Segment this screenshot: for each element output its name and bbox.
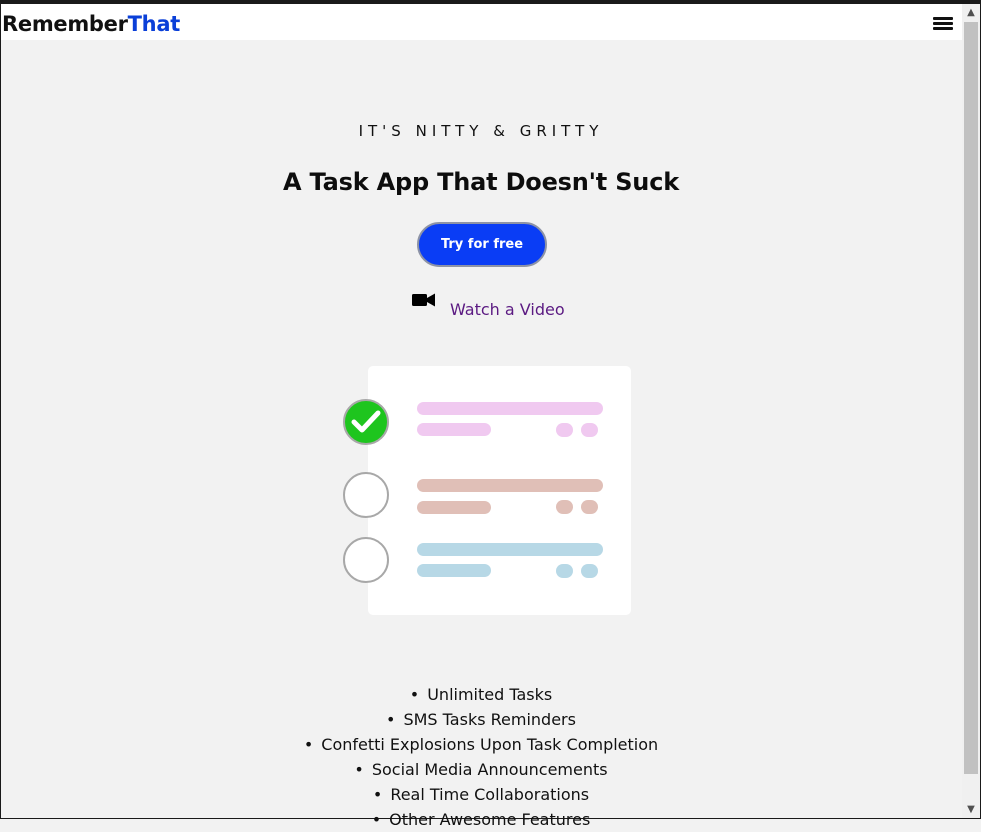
page-title: A Task App That Doesn't Suck: [283, 168, 679, 196]
try-for-free-button[interactable]: Try for free: [417, 222, 547, 267]
hamburger-icon[interactable]: [933, 17, 953, 31]
task-line-short: [417, 423, 491, 436]
list-item: SMS Tasks Reminders: [0, 707, 962, 732]
task-dot: [581, 423, 598, 437]
task-line-long: [417, 479, 603, 492]
scroll-down-arrow-icon[interactable]: ▼: [962, 801, 980, 818]
logo-accent: That: [127, 12, 181, 36]
task-dot: [581, 500, 598, 514]
logo-primary: Remember: [2, 12, 128, 36]
list-item: Other Awesome Features: [0, 807, 962, 832]
list-item: Confetti Explosions Upon Task Completion: [0, 732, 962, 757]
logo[interactable]: RememberThat: [2, 12, 180, 36]
hero-eyebrow: IT'S NITTY & GRITTY: [358, 122, 604, 140]
task-dot: [556, 564, 573, 578]
completed-check-icon: [343, 399, 389, 445]
site-header: RememberThat: [1, 4, 962, 40]
scrollbar[interactable]: ▲ ▼: [962, 4, 980, 818]
task-line-long: [417, 543, 603, 556]
task-line-long: [417, 402, 603, 415]
features-list: Unlimited Tasks SMS Tasks Reminders Conf…: [0, 682, 962, 832]
video-camera-icon: [412, 293, 435, 307]
task-line-short: [417, 501, 491, 514]
scrollbar-thumb[interactable]: [964, 22, 978, 774]
empty-checkbox-icon: [343, 537, 389, 583]
task-dot: [556, 423, 573, 437]
task-dot: [581, 564, 598, 578]
list-item: Unlimited Tasks: [0, 682, 962, 707]
scroll-up-arrow-icon[interactable]: ▲: [962, 4, 980, 21]
task-line-short: [417, 564, 491, 577]
task-list-illustration: [343, 366, 631, 615]
list-item: Real Time Collaborations: [0, 782, 962, 807]
list-item: Social Media Announcements: [0, 757, 962, 782]
watch-video-label: Watch a Video: [450, 300, 565, 319]
task-dot: [556, 500, 573, 514]
empty-checkbox-icon: [343, 472, 389, 518]
